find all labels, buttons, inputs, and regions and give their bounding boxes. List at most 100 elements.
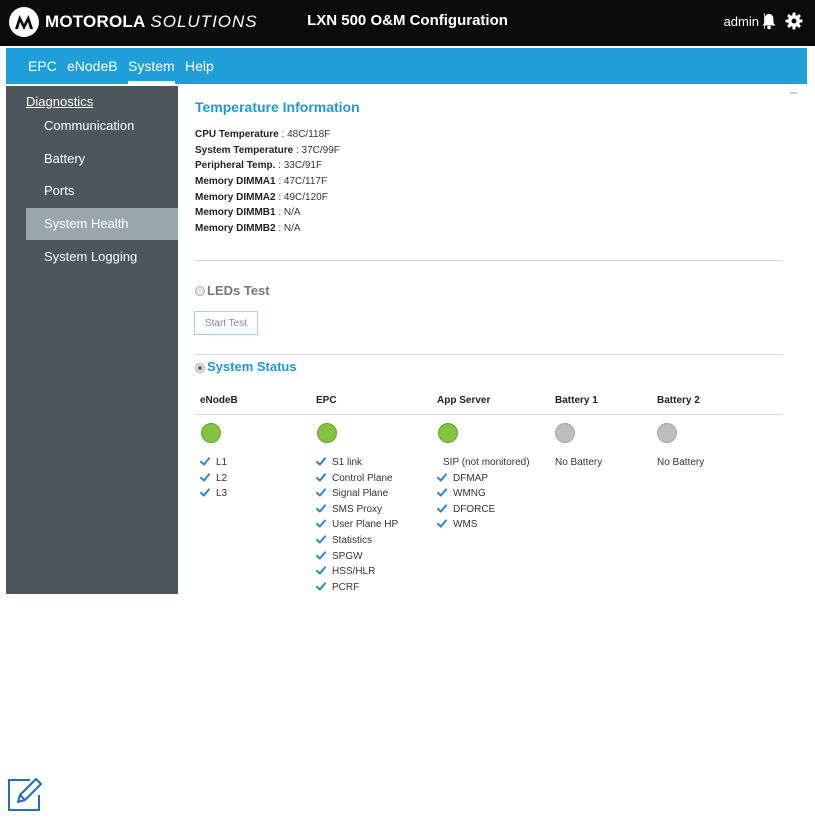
status-item: WMS (437, 519, 477, 530)
status-item: L3 (200, 488, 227, 499)
status-item-label: WMNG (453, 488, 486, 500)
status-item: WMNG (437, 488, 486, 499)
check-icon (200, 472, 216, 484)
sidebar-heading-diagnostics[interactable]: Diagnostics (26, 94, 93, 109)
status-item-label: Control Plane (332, 472, 393, 484)
status-item: SMS Proxy (316, 504, 382, 515)
status-item-label: No Battery (657, 457, 705, 468)
temp-row-dimmb1: Memory DIMMB1 : N/A (195, 207, 301, 218)
nav-enodeb[interactable]: eNodeB (67, 48, 118, 84)
user-menu[interactable]: admin (724, 14, 759, 29)
sidebar-item-system-health[interactable]: System Health (26, 208, 178, 240)
main-nav: EPC eNodeB System Help (6, 48, 807, 84)
check-icon (316, 488, 332, 499)
status-led-battery2 (657, 423, 677, 443)
check-icon (437, 488, 453, 499)
sidebar-item-communication[interactable]: Communication (26, 110, 178, 142)
status-item-label: S1 link (332, 457, 363, 468)
status-item: PCRF (316, 582, 359, 593)
status-item-label: PCRF (332, 581, 360, 593)
temp-row-system: System Temperature : 37C/99F (195, 145, 340, 156)
status-item: L1 (200, 457, 227, 468)
leds-test-title[interactable]: LEDs Test (207, 283, 270, 298)
nav-system[interactable]: System (128, 48, 175, 84)
status-item-label: User Plane HP (332, 519, 399, 531)
col-header-app-server: App Server (437, 395, 491, 406)
temp-row-dimma2: Memory DIMMA2 : 49C/120F (195, 192, 328, 203)
status-item-label: SPGW (332, 550, 363, 562)
status-item-label: DFMAP (453, 472, 488, 484)
status-item: Signal Plane (316, 488, 388, 499)
temp-row-dimma1: Memory DIMMA1 : 47C/117F (195, 176, 328, 187)
check-icon (316, 550, 332, 562)
top-bar: MOTOROLA SOLUTIONS LXN 500 O&M Configura… (0, 0, 815, 46)
col-header-epc: EPC (316, 395, 337, 406)
nav-help[interactable]: Help (185, 48, 214, 84)
check-icon (316, 582, 332, 593)
check-icon (200, 488, 216, 499)
status-item: User Plane HP (316, 519, 398, 530)
temp-row-peripheral: Peripheral Temp. : 33C/91F (195, 160, 323, 171)
nav-epc[interactable]: EPC (28, 48, 57, 84)
divider (195, 260, 783, 261)
main-content: Temperature Information CPU Temperature … (178, 86, 807, 594)
status-led-app-server (438, 423, 458, 443)
col-header-enodeb: eNodeB (200, 395, 238, 406)
gear-icon[interactable] (785, 12, 803, 30)
system-status-radio[interactable] (195, 363, 205, 373)
col-header-battery1: Battery 1 (555, 395, 598, 406)
check-icon (316, 504, 332, 515)
check-icon (200, 457, 216, 468)
start-test-button[interactable]: Start Test (194, 311, 258, 335)
temp-row-cpu: CPU Temperature : 48C/118F (195, 129, 331, 140)
status-item-label: SMS Proxy (332, 503, 383, 515)
status-item-label: SIP (not monitored) (443, 457, 530, 468)
divider (195, 354, 783, 355)
status-led-epc (317, 423, 337, 443)
status-item-label: Statistics (332, 535, 373, 546)
note-edit-icon (6, 775, 44, 813)
sidebar-item-battery[interactable]: Battery (26, 143, 178, 175)
check-icon (316, 457, 332, 468)
sidebar-item-ports[interactable]: Ports (26, 175, 178, 207)
status-item: S1 link (316, 457, 362, 468)
temperature-title: Temperature Information (195, 99, 360, 115)
status-item-label: DFORCE (453, 503, 496, 515)
status-item-label: L3 (216, 488, 228, 500)
bell-icon[interactable] (761, 12, 777, 30)
check-icon (316, 566, 332, 577)
status-item-label: HSS/HLR (332, 566, 376, 578)
table-divider (195, 414, 783, 415)
app-title: LXN 500 O&M Configuration (307, 12, 508, 29)
check-icon (316, 472, 332, 484)
status-item-label: No Battery (555, 457, 603, 468)
status-item: SPGW (316, 551, 363, 562)
status-item-label: Signal Plane (332, 488, 389, 500)
status-item: L2 (200, 473, 227, 484)
scroll-indicator (790, 92, 797, 94)
check-icon (316, 519, 332, 530)
sidebar-item-system-logging[interactable]: System Logging (26, 241, 178, 273)
status-item: DFMAP (437, 473, 488, 484)
status-item: SIP (not monitored) (437, 457, 530, 468)
status-item: Statistics (316, 535, 372, 546)
check-icon (437, 472, 453, 484)
check-icon (316, 535, 332, 546)
status-item-label: L2 (216, 472, 228, 484)
system-status-title[interactable]: System Status (207, 359, 297, 374)
check-icon (437, 504, 453, 515)
status-led-enodeb (201, 423, 221, 443)
status-item: No Battery (555, 457, 602, 468)
status-item: Control Plane (316, 473, 393, 484)
status-item-label: WMS (453, 519, 478, 531)
leds-test-radio[interactable] (195, 286, 205, 296)
status-item: HSS/HLR (316, 566, 375, 577)
app-window: MOTOROLA SOLUTIONS LXN 500 O&M Configura… (0, 0, 815, 594)
temp-row-dimmb2: Memory DIMMB2 : N/A (195, 223, 301, 234)
status-item: No Battery (657, 457, 704, 468)
col-header-battery2: Battery 2 (657, 395, 700, 406)
sidebar: Diagnostics Communication Battery Ports … (6, 86, 178, 594)
status-led-battery1 (555, 423, 575, 443)
check-icon (437, 519, 453, 530)
status-item-label: L1 (216, 457, 228, 468)
